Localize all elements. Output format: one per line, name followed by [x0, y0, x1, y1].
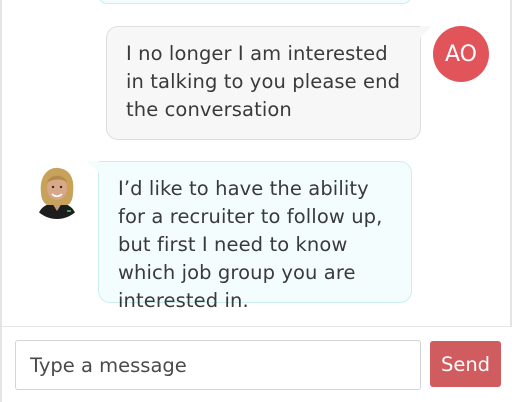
- user-message-bubble: I no longer I am interested in talking t…: [106, 26, 432, 140]
- send-button[interactable]: Send: [430, 341, 501, 387]
- bot-message-text: I’d like to have the ability for a recru…: [118, 177, 383, 312]
- message-composer: Send: [2, 326, 512, 402]
- user-avatar-initials: AO: [445, 41, 477, 67]
- chat-window: I no longer I am interested in talking t…: [0, 0, 512, 402]
- bot-message-bubble: I’d like to have the ability for a recru…: [87, 161, 412, 312]
- user-message-text: I no longer I am interested in talking t…: [126, 42, 401, 121]
- user-avatar: AO: [433, 26, 489, 82]
- message-list[interactable]: I no longer I am interested in talking t…: [2, 0, 512, 326]
- message-input[interactable]: [15, 340, 421, 390]
- recruiter-avatar-icon: [29, 163, 85, 219]
- previous-bot-bubble: [98, 0, 412, 4]
